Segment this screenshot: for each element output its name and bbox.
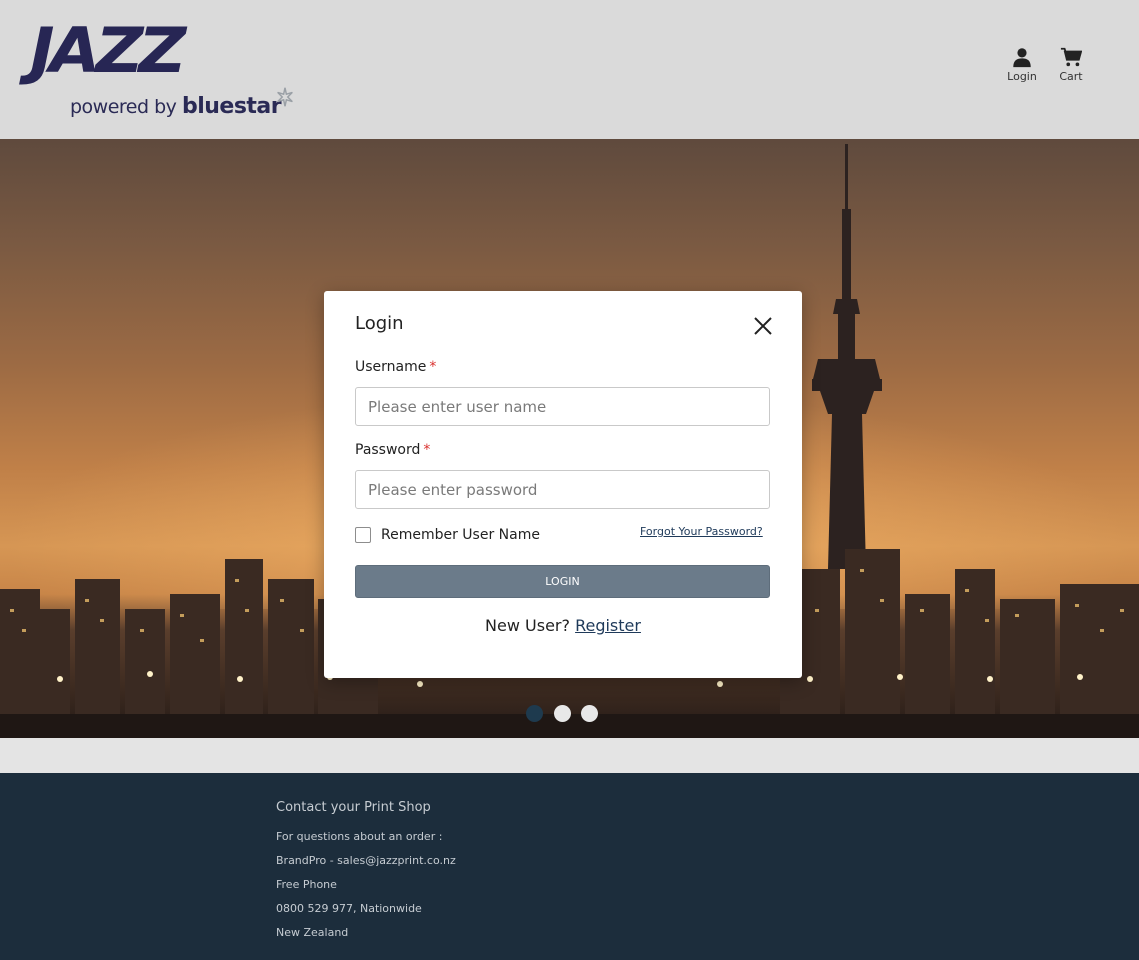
- star-icon: [277, 87, 293, 107]
- carousel-dot-1[interactable]: [526, 705, 543, 722]
- footer-line: 0800 529 977, Nationwide: [276, 902, 422, 915]
- footer-line: BrandPro - sales@jazzprint.co.nz: [276, 854, 456, 867]
- remember-checkbox[interactable]: [355, 527, 371, 543]
- footer-line: Free Phone: [276, 878, 337, 891]
- footer-line: For questions about an order :: [276, 830, 443, 843]
- jazz-logo[interactable]: JAZZ powered by bluestar: [30, 18, 300, 122]
- logo-tagline: powered by bluestar: [70, 94, 282, 119]
- logo-brand: bluestar: [181, 94, 282, 119]
- footer-title: Contact your Print Shop: [276, 800, 431, 815]
- password-label-text: Password: [355, 442, 421, 458]
- username-input[interactable]: [355, 387, 770, 426]
- username-label: Username *: [355, 359, 436, 375]
- password-label: Password *: [355, 442, 430, 458]
- site-footer: Contact your Print Shop For questions ab…: [0, 773, 1139, 960]
- cart-icon: [1060, 47, 1082, 67]
- header-cart-button[interactable]: Cart: [1049, 46, 1093, 86]
- register-link[interactable]: Register: [575, 616, 641, 635]
- header-cart-label: Cart: [1059, 70, 1083, 83]
- password-input[interactable]: [355, 470, 770, 509]
- site-header: JAZZ powered by bluestar Login Cart: [0, 0, 1139, 139]
- forgot-password-link[interactable]: Forgot Your Password?: [640, 525, 763, 538]
- remember-label: Remember User Name: [381, 527, 540, 543]
- login-modal: Login Username* Password* Remember User …: [324, 291, 802, 678]
- modal-title: Login: [355, 313, 404, 334]
- new-user-prompt: New User? Register: [324, 616, 802, 635]
- logo-wordmark: JAZZ: [30, 13, 186, 88]
- close-icon[interactable]: [752, 315, 774, 337]
- username-label-text: Username: [355, 359, 427, 375]
- footer-line: New Zealand: [276, 926, 349, 939]
- required-marker: *: [429, 359, 437, 375]
- new-user-text: New User?: [485, 616, 570, 635]
- remember-username[interactable]: Remember User Name: [355, 526, 540, 544]
- user-icon: [1013, 48, 1031, 68]
- carousel-dot-3[interactable]: [581, 705, 598, 722]
- carousel-dot-2[interactable]: [554, 705, 571, 722]
- logo-powered-by: powered by: [70, 96, 177, 118]
- header-login-button[interactable]: Login: [1000, 46, 1044, 86]
- login-button[interactable]: LOGIN: [355, 565, 770, 598]
- required-marker: *: [423, 442, 431, 458]
- header-login-label: Login: [1007, 70, 1037, 83]
